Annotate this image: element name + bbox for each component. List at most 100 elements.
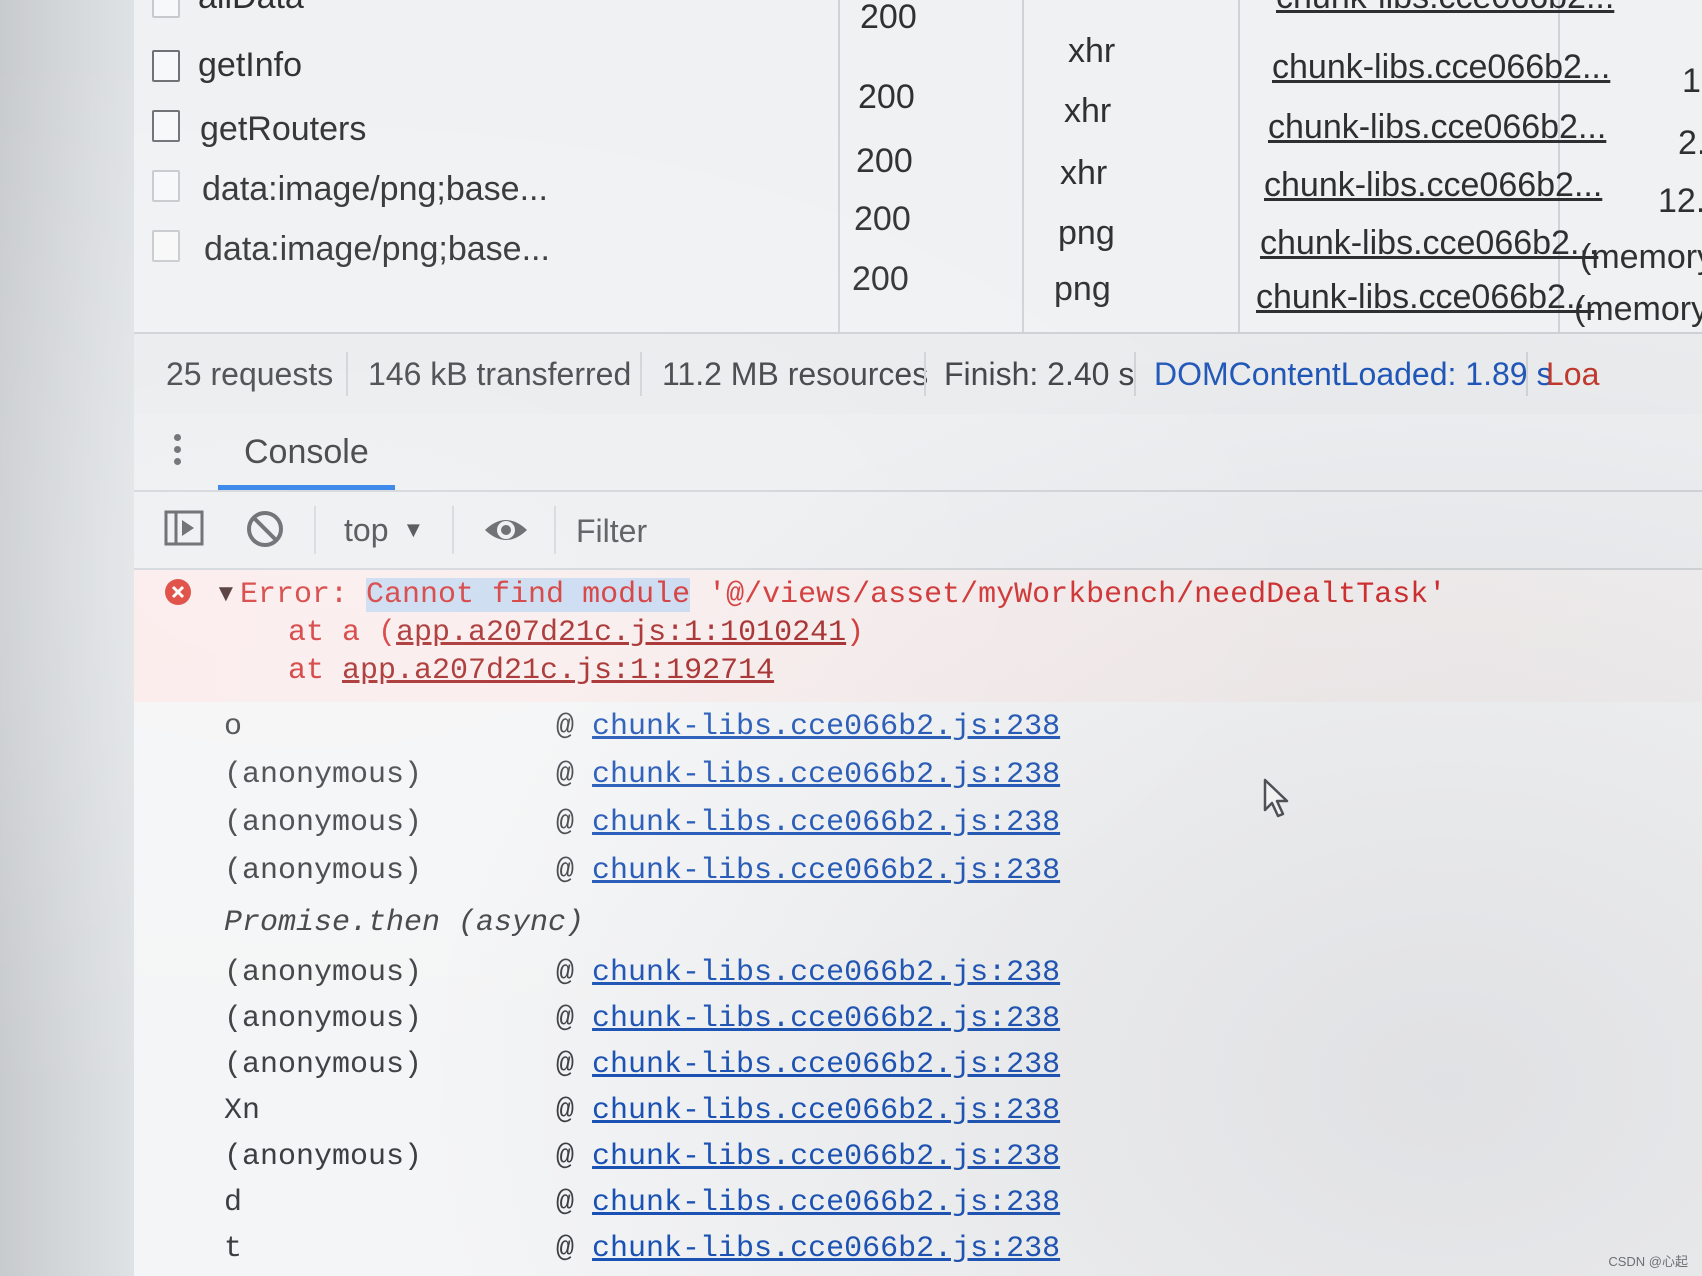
toolbar-divider: [554, 506, 556, 554]
show-sidebar-icon[interactable]: [164, 510, 204, 546]
at-symbol: @: [556, 956, 575, 990]
frame-function: o: [224, 710, 243, 744]
frame-source: @ chunk-libs.cce066b2.js:238: [556, 1048, 1060, 1082]
frame-source-link[interactable]: chunk-libs.cce066b2.js:238: [592, 956, 1060, 990]
frame-source-link[interactable]: chunk-libs.cce066b2.js:238: [592, 1186, 1060, 1220]
request-initiator-link[interactable]: chunk-libs.cce066b2...: [1268, 108, 1606, 147]
frame-function: Xn: [224, 1094, 261, 1128]
summary-divider: [640, 352, 642, 396]
summary-divider: [1526, 352, 1528, 396]
frame-source-link[interactable]: chunk-libs.cce066b2.js:238: [592, 1140, 1060, 1174]
error-message: ▼ Error: Cannot find module '@/views/ass…: [134, 570, 1702, 702]
at-symbol: @: [556, 710, 575, 744]
error-text-line: Error: Cannot find module '@/views/asset…: [240, 578, 1446, 612]
request-size: (memory: [1580, 238, 1702, 276]
error-icon: [164, 578, 192, 606]
frame-source-link[interactable]: chunk-libs.cce066b2.js:238: [592, 1002, 1060, 1036]
row-checkbox[interactable]: [152, 0, 180, 18]
frame-source-link[interactable]: chunk-libs.cce066b2.js:238: [592, 806, 1060, 840]
request-initiator-link[interactable]: chunk-libs.cce066b2...: [1272, 48, 1610, 87]
toolbar-divider: [452, 506, 454, 554]
stack-frame-row: (anonymous) @ chunk-libs.cce066b2.js:238: [134, 1140, 1702, 1184]
frame-source-link[interactable]: chunk-libs.cce066b2.js:238: [592, 710, 1060, 744]
at-symbol: @: [556, 758, 575, 792]
drawer-tab-bar: Console: [134, 414, 1702, 492]
console-output: ▼ Error: Cannot find module '@/views/ass…: [134, 570, 1702, 1276]
request-name: getRouters: [200, 110, 367, 148]
frame-source: @ chunk-libs.cce066b2.js:238: [556, 1002, 1060, 1036]
request-initiator-link[interactable]: chunk-libs.cce066b2...: [1276, 0, 1614, 17]
table-row[interactable]: getRouters 200 xhr chunk-libs.cce066b2..…: [134, 92, 1702, 180]
frame-source-link[interactable]: chunk-libs.cce066b2.js:238: [592, 1094, 1060, 1128]
toolbar-divider: [314, 506, 316, 554]
request-initiator-link[interactable]: chunk-libs.cce066b2...: [1260, 224, 1598, 263]
frame-source: @ chunk-libs.cce066b2.js:238: [556, 854, 1060, 888]
request-type: png: [1058, 214, 1115, 252]
transferred-size: 146 kB transferred: [368, 356, 632, 392]
table-row[interactable]: data:image/png;base... 200 xhr chunk-lib…: [134, 154, 1702, 238]
network-summary-bar: 25 requests 146 kB transferred 11.2 MB r…: [134, 332, 1702, 416]
frame-source: @ chunk-libs.cce066b2.js:238: [556, 710, 1060, 744]
frame-function: t: [224, 1232, 243, 1266]
context-selector[interactable]: top ▼: [344, 506, 424, 554]
row-checkbox[interactable]: [152, 170, 180, 202]
table-row[interactable]: getInfo 200 xhr chunk-libs.cce066b2... 1: [134, 32, 1702, 116]
frame-function: (anonymous): [224, 1002, 423, 1036]
clear-console-icon[interactable]: [244, 508, 286, 550]
more-tools-icon[interactable]: [174, 434, 182, 470]
stack-suffix: ): [846, 616, 865, 650]
error-prefix: Error:: [240, 578, 367, 612]
request-type: png: [1054, 270, 1111, 308]
tab-console[interactable]: Console: [218, 414, 395, 490]
frame-source-link[interactable]: chunk-libs.cce066b2.js:238: [592, 1232, 1060, 1266]
eye-icon[interactable]: [482, 510, 530, 550]
frame-function: d: [224, 1186, 243, 1220]
request-name: data:image/png;base...: [202, 170, 548, 208]
summary-divider: [1134, 352, 1136, 396]
stack-frame-row: (anonymous) @ chunk-libs.cce066b2.js:238: [134, 1002, 1702, 1046]
source-link[interactable]: app.a207d21c.js:1:1010241: [396, 616, 846, 650]
stack-frame-row: o @ chunk-libs.cce066b2.js:238: [134, 710, 1702, 754]
stack-frame-row: t @ chunk-libs.cce066b2.js:238: [134, 1232, 1702, 1276]
stack-prefix: at: [288, 654, 343, 688]
request-type: xhr: [1060, 154, 1108, 192]
filter-input[interactable]: [574, 502, 1478, 560]
source-link[interactable]: app.a207d21c.js:1:192714: [342, 654, 774, 688]
stack-frame-row: (anonymous) @ chunk-libs.cce066b2.js:238: [134, 1048, 1702, 1092]
frame-source-link[interactable]: chunk-libs.cce066b2.js:238: [592, 1048, 1060, 1082]
frame-function: (anonymous): [224, 806, 423, 840]
stack-frame-row: (anonymous) @ chunk-libs.cce066b2.js:238: [134, 956, 1702, 1000]
row-checkbox[interactable]: [152, 50, 180, 82]
mouse-cursor-icon: [1262, 778, 1292, 820]
frame-source: @ chunk-libs.cce066b2.js:238: [556, 806, 1060, 840]
load-time: Loa: [1546, 356, 1600, 392]
frame-source-link[interactable]: chunk-libs.cce066b2.js:238: [592, 854, 1060, 888]
at-symbol: @: [556, 1232, 575, 1266]
frame-function: (anonymous): [224, 854, 423, 888]
error-module-path: '@/views/asset/myWorkbench/needDealtTask…: [690, 578, 1447, 612]
table-row[interactable]: data:image/png;base... 200 png chunk-lib…: [134, 214, 1702, 298]
error-stack-line: at app.a207d21c.js:1:192714: [288, 654, 774, 688]
frame-function: (anonymous): [224, 758, 423, 792]
frame-function: (anonymous): [224, 956, 423, 990]
stack-frame-row: (anonymous) @ chunk-libs.cce066b2.js:238: [134, 806, 1702, 850]
at-symbol: @: [556, 1002, 575, 1036]
devtools-screen: allData 200 chunk-libs.cce066b2... getIn…: [0, 0, 1702, 1276]
request-initiator-link[interactable]: chunk-libs.cce066b2...: [1264, 166, 1602, 205]
error-highlight: Cannot find module: [366, 578, 691, 612]
row-checkbox[interactable]: [152, 230, 180, 262]
monitor-bezel: [0, 0, 136, 1276]
frame-function: (anonymous): [224, 1048, 423, 1082]
requests-count: 25 requests: [166, 356, 334, 392]
request-name: getInfo: [198, 46, 302, 84]
stack-frame-row: Xn @ chunk-libs.cce066b2.js:238: [134, 1094, 1702, 1138]
frame-source-link[interactable]: chunk-libs.cce066b2.js:238: [592, 758, 1060, 792]
expand-triangle-icon[interactable]: ▼: [214, 580, 238, 608]
frame-source: @ chunk-libs.cce066b2.js:238: [556, 956, 1060, 990]
row-checkbox[interactable]: [152, 110, 180, 142]
table-row[interactable]: png chunk-libs.cce066b2... (memory: [134, 270, 1702, 336]
request-initiator-link[interactable]: chunk-libs.cce066b2...: [1256, 278, 1594, 317]
context-selector-value: top: [344, 512, 389, 548]
stack-frame-row: (anonymous) @ chunk-libs.cce066b2.js:238: [134, 854, 1702, 898]
at-symbol: @: [556, 854, 575, 888]
